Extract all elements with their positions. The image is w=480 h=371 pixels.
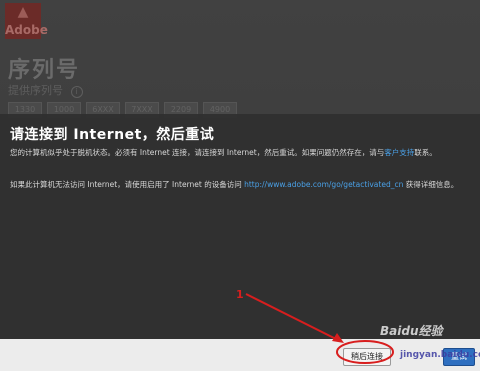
customer-support-link[interactable]: 客户支持 (384, 148, 414, 157)
baidu-watermark: Baidu经验 jingyan.baidu.com (380, 322, 480, 366)
watermark-url: jingyan.baidu.com (400, 350, 480, 360)
offline-dialog: 请连接到 Internet，然后重试 您的计算机似乎处于脱机状态。必须有 Int… (0, 114, 480, 339)
serial-subtitle: 提供序列号 i (8, 82, 83, 98)
offline-message-text: 您的计算机似乎处于脱机状态。必须有 Internet 连接，请连接到 Inter… (10, 148, 385, 157)
adobe-logo-text: Adobe (5, 23, 48, 37)
offline-message: 您的计算机似乎处于脱机状态。必须有 Internet 连接，请连接到 Inter… (10, 147, 470, 158)
info-icon: i (70, 86, 83, 98)
activation-url-link[interactable]: http://www.adobe.com/go/getactivated_cn (244, 180, 403, 189)
offline-message-suffix: 联系。 (414, 148, 437, 157)
dialog-title: 请连接到 Internet，然后重试 (10, 127, 215, 143)
no-internet-message-text: 如果此计算机无法访问 Internet，请使用启用了 Internet 的设备访… (10, 180, 245, 189)
watermark-text: Baidu经验 (380, 324, 443, 338)
serial-subtitle-text: 提供序列号 (8, 84, 63, 97)
serial-number-title: 序列号 (8, 58, 81, 83)
no-internet-message: 如果此计算机无法访问 Internet，请使用启用了 Internet 的设备访… (10, 179, 470, 190)
adobe-logo: ▲ Adobe (5, 3, 48, 39)
screen: ▲ Adobe 序列号 提供序列号 i 1330 1000 6XXX 7XXX … (0, 0, 480, 371)
no-internet-message-suffix: 获得详细信息。 (403, 180, 459, 189)
adobe-logo-icon: ▲ (17, 4, 29, 20)
